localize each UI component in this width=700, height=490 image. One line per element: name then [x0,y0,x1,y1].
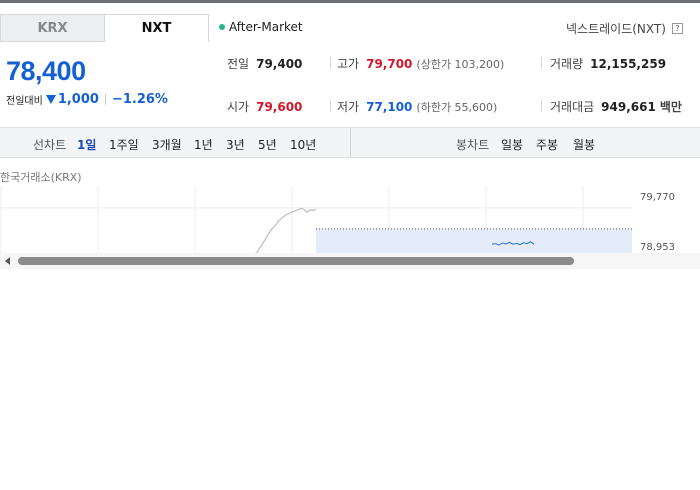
candle-weekly[interactable]: 주봉 [536,136,558,153]
y-tick-label: 78,953 [640,242,675,253]
info-label: 시가 [227,100,250,114]
info-low: 저가 77,100 (하한가 55,600) [337,98,497,115]
chart-scrollbar[interactable] [0,253,700,269]
info-sub: (하한가 55,600) [416,101,498,114]
session-label: After-Market [229,20,303,34]
info-prev-close: 전일 79,400 [227,55,302,72]
period-10y[interactable]: 10년 [290,136,316,153]
current-price: 78,400 [6,56,86,86]
provider-info: 넥스트레이드(NXT) ? [566,20,683,37]
y-tick-label: 79,770 [640,192,675,203]
info-unit: 백만 [659,100,682,114]
help-icon[interactable]: ? [671,23,683,34]
after-market-band [316,228,632,254]
period-bar: 선차트 1일 1주일 3개월 1년 3년 5년 10년 봉차트 일봉 주봉 월봉 [0,127,700,158]
info-label: 전일 [227,57,250,71]
candle-daily[interactable]: 일봉 [501,136,523,153]
info-amount: 거래대금 949,661 백만 [550,98,682,115]
line-chart-label: 선차트 [33,138,67,152]
info-open: 시가 79,600 [227,98,302,115]
candle-monthly[interactable]: 월봉 [573,136,595,153]
scroll-left-icon[interactable] [5,257,10,265]
info-volume: 거래량 12,155,259 [550,55,666,72]
info-value: 79,400 [256,57,303,71]
chart-market-label: 한국거래소(KRX) [0,171,82,184]
info-value: 79,700 [366,57,413,71]
period-1d[interactable]: 1일 [77,136,96,153]
tab-krx[interactable]: KRX [0,14,105,42]
period-1y[interactable]: 1년 [194,136,213,153]
info-label: 저가 [337,100,360,114]
period-3y[interactable]: 3년 [226,136,245,153]
info-value: 949,661 [601,100,656,114]
top-border [0,0,700,3]
info-value: 79,600 [256,100,303,114]
candle-chart-label: 봉차트 [456,138,490,152]
provider-label: 넥스트레이드(NXT) [566,22,666,36]
change-amount: 1,000 [57,92,99,107]
change-divider [104,94,106,105]
period-3m[interactable]: 3개월 [152,136,182,153]
market-tabs: KRX NXT [0,14,209,42]
info-value: 12,155,259 [590,57,667,71]
info-label: 거래대금 [550,100,595,114]
session-status: After-Market [219,20,303,34]
info-sub: (상한가 103,200) [416,58,505,71]
scroll-thumb[interactable] [18,257,574,265]
info-divider [330,57,331,69]
period-bar-divider [350,128,351,157]
price-change: 전일대비 1,000 −1.26% [6,92,168,107]
period-1w[interactable]: 1주일 [109,136,139,153]
period-5y[interactable]: 5년 [258,136,277,153]
change-label: 전일대비 [6,96,43,107]
tab-nxt[interactable]: NXT [104,14,209,42]
info-label: 거래량 [550,57,584,71]
series-line-0 [250,207,317,254]
info-divider [541,57,542,69]
info-value: 77,100 [366,100,413,114]
price-chart[interactable]: 79,770 78,953 [0,186,700,254]
info-divider [330,100,331,112]
change-percent: −1.26% [111,92,168,107]
status-dot-icon [219,24,225,30]
down-triangle-icon [45,95,56,104]
info-label: 고가 [337,57,360,71]
y-axis-ticks: 79,770 78,953 [640,192,675,253]
info-high: 고가 79,700 (상한가 103,200) [337,55,504,72]
info-divider [541,100,542,112]
